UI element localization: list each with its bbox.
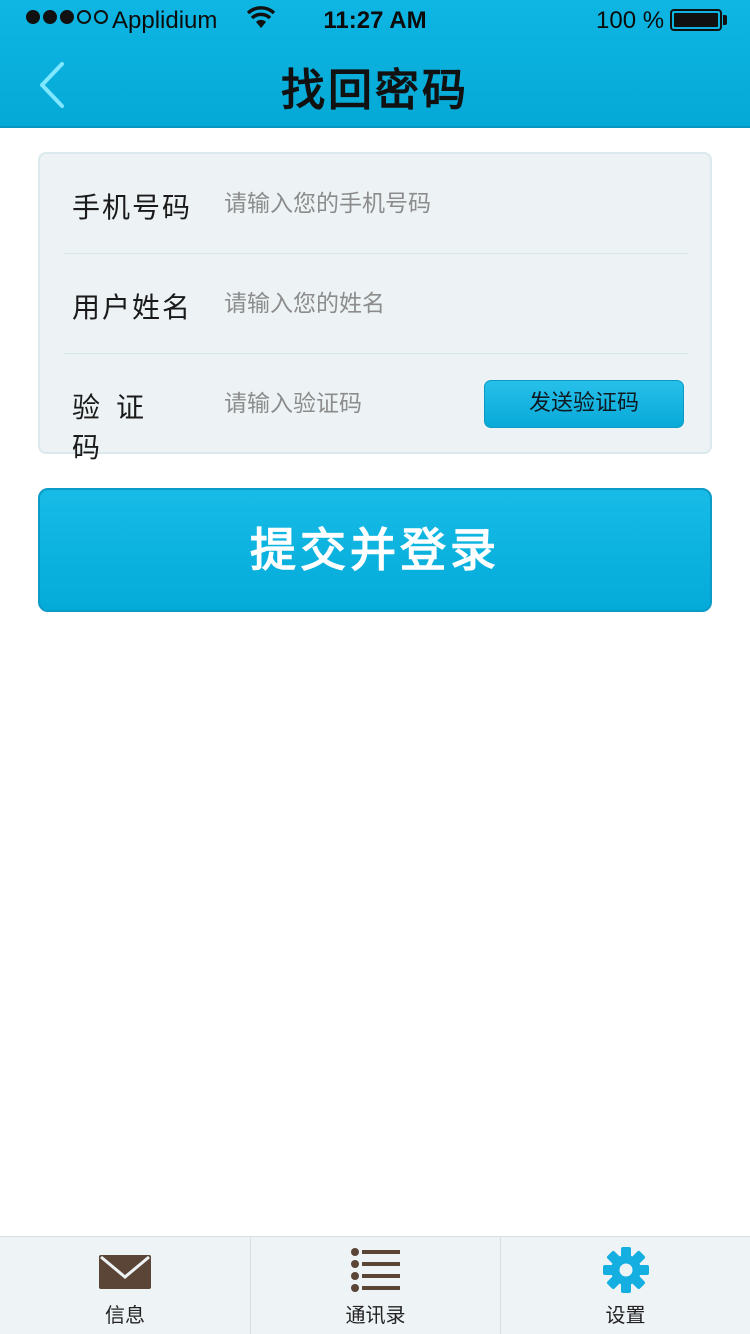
send-code-button[interactable]: 发送验证码: [484, 380, 684, 428]
battery-tip: [723, 15, 727, 25]
tab-settings[interactable]: 设置: [500, 1237, 750, 1334]
gear-icon: [602, 1247, 649, 1293]
name-row: 用户姓名: [64, 254, 688, 354]
code-label: 验证码: [72, 391, 161, 464]
phone-input[interactable]: [224, 180, 524, 228]
tab-messages[interactable]: 信息: [0, 1237, 250, 1334]
code-input[interactable]: [224, 380, 464, 428]
tab-label: 设置: [605, 1303, 646, 1327]
name-label: 用户姓名: [72, 291, 193, 324]
tab-label: 通讯录: [345, 1303, 406, 1327]
nav-header: Applidium 11:27 AM 100 % 找回密码: [0, 0, 750, 128]
tab-label: 信息: [105, 1303, 145, 1327]
code-row: 验证码 发送验证码: [64, 354, 688, 464]
status-bar: Applidium 11:27 AM 100 %: [0, 0, 750, 40]
phone-row: 手机号码: [64, 154, 688, 254]
battery-percentage: 100 %: [596, 7, 665, 34]
submit-login-button[interactable]: 提交并登录: [38, 488, 712, 612]
tab-bar: 信息 通讯录 设置: [0, 1236, 750, 1334]
battery-icon: [670, 9, 722, 31]
envelope-icon: [99, 1255, 151, 1289]
list-icon: [350, 1248, 400, 1292]
page-title: 找回密码: [281, 65, 469, 116]
name-input[interactable]: [224, 280, 524, 328]
recovery-form-card: 手机号码 用户姓名 验证码 发送验证码: [38, 152, 712, 464]
tab-contacts[interactable]: 通讯录: [250, 1237, 500, 1334]
phone-label: 手机号码: [72, 191, 193, 224]
